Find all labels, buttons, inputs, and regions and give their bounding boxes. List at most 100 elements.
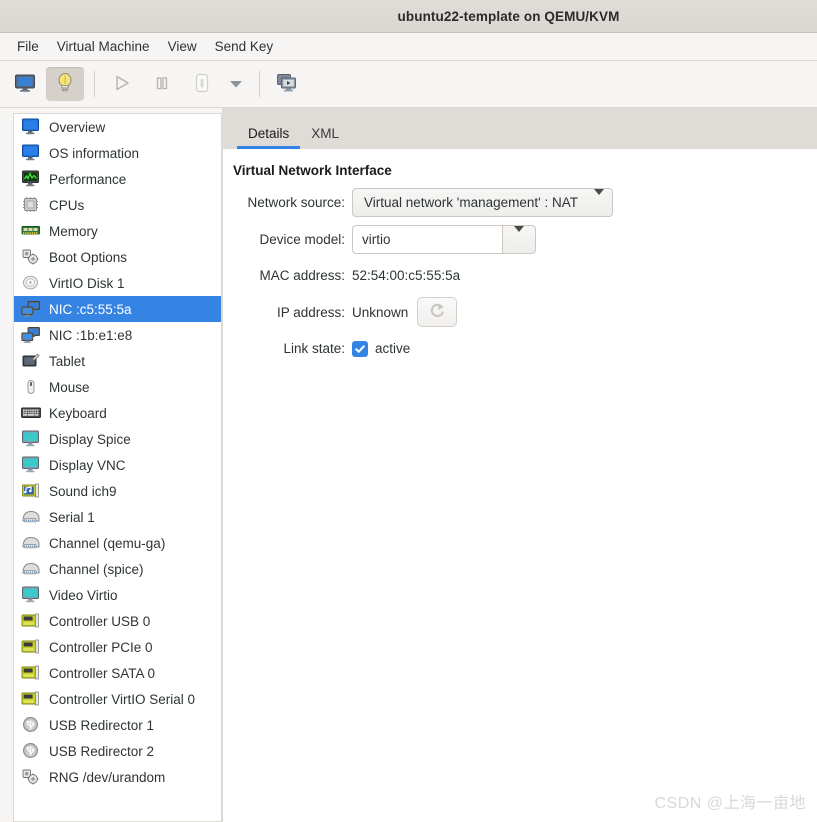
cpu-chip-icon <box>20 195 42 215</box>
network-card-icon <box>20 299 42 319</box>
sidebar-item[interactable]: Memory <box>14 218 221 244</box>
gears-icon <box>20 767 42 787</box>
sidebar-item[interactable]: Video Virtio <box>14 582 221 608</box>
sidebar-item-label: Channel (qemu-ga) <box>49 535 166 551</box>
sidebar-item[interactable]: Sound ich9 <box>14 478 221 504</box>
shutdown-icon <box>192 72 212 97</box>
sidebar-item[interactable]: Controller SATA 0 <box>14 660 221 686</box>
sidebar-item[interactable]: USB Redirector 1 <box>14 712 221 738</box>
sidebar-item[interactable]: Keyboard <box>14 400 221 426</box>
serial-port-icon <box>20 533 42 553</box>
run-button[interactable] <box>103 67 141 101</box>
sidebar-item-label: NIC :1b:e1:e8 <box>49 327 133 343</box>
sidebar-item[interactable]: CPUs <box>14 192 221 218</box>
keyboard-icon <box>20 403 42 423</box>
sidebar-item[interactable]: Tablet <box>14 348 221 374</box>
sidebar-item[interactable]: USB Redirector 2 <box>14 738 221 764</box>
field-mac-address: MAC address: 52:54:00:c5:55:5a <box>223 262 817 289</box>
field-ip-address: IP address: Unknown <box>223 297 817 327</box>
display-screen-icon <box>20 455 42 475</box>
play-icon <box>113 74 131 95</box>
main-content: Overview OS information Performance CPUs Mem… <box>0 108 817 822</box>
tablet-icon <box>20 351 42 371</box>
tab-details[interactable]: Details <box>237 126 301 150</box>
sidebar-item-label: NIC :c5:55:5a <box>49 301 132 317</box>
ip-address-value: Unknown <box>352 304 409 320</box>
shutdown-button[interactable] <box>183 67 221 101</box>
mac-address-label: MAC address: <box>259 268 345 283</box>
sidebar-item[interactable]: VirtIO Disk 1 <box>14 270 221 296</box>
shutdown-menu-button[interactable] <box>223 67 249 101</box>
sidebar-item[interactable]: NIC :c5:55:5a <box>14 296 221 322</box>
sidebar-item[interactable]: Channel (qemu-ga) <box>14 530 221 556</box>
sidebar-item[interactable]: OS information <box>14 140 221 166</box>
tab-xml[interactable]: XML <box>300 126 350 150</box>
menu-send-key[interactable]: Send Key <box>206 36 283 57</box>
usb-icon <box>20 715 42 735</box>
device-model-dropdown-button[interactable] <box>502 225 536 254</box>
harddisk-icon <box>20 273 42 293</box>
sidebar-item-label: Serial 1 <box>49 509 95 525</box>
sidebar-item-label: Display VNC <box>49 457 126 473</box>
menubar: File Virtual Machine View Send Key <box>0 33 817 61</box>
menu-view[interactable]: View <box>159 36 206 57</box>
show-details-button[interactable] <box>46 67 84 101</box>
display-screen-icon <box>20 585 42 605</box>
hardware-list[interactable]: Overview OS information Performance CPUs Mem… <box>13 113 222 822</box>
chevron-down-icon <box>514 226 524 247</box>
sidebar-item[interactable]: Controller PCIe 0 <box>14 634 221 660</box>
sidebar-item-label: Controller PCIe 0 <box>49 639 153 655</box>
monitor-blue-icon <box>20 143 42 163</box>
sidebar-item[interactable]: Overview <box>14 114 221 140</box>
pause-button[interactable] <box>143 67 181 101</box>
mouse-icon <box>20 377 42 397</box>
sidebar-item-label: Boot Options <box>49 249 128 265</box>
serial-port-icon <box>20 559 42 579</box>
sidebar-item-label: Display Spice <box>49 431 131 447</box>
sidebar-item-label: Controller VirtIO Serial 0 <box>49 691 196 707</box>
controller-card-icon <box>20 663 42 683</box>
network-card-icon <box>20 325 42 345</box>
link-state-label: Link state: <box>283 341 345 356</box>
sidebar-item[interactable]: Controller USB 0 <box>14 608 221 634</box>
display-screen-icon <box>20 429 42 449</box>
sidebar-item[interactable]: Serial 1 <box>14 504 221 530</box>
performance-graph-icon <box>20 169 42 189</box>
link-state-value: active <box>375 341 411 356</box>
sidebar-item-label: USB Redirector 1 <box>49 717 155 733</box>
window-title: ubuntu22-template on QEMU/KVM <box>397 8 620 24</box>
toolbar-separator-1 <box>94 71 95 97</box>
sidebar-item[interactable]: Performance <box>14 166 221 192</box>
device-model-label: Device model: <box>259 232 345 247</box>
sidebar-item[interactable]: Boot Options <box>14 244 221 270</box>
sidebar-item[interactable]: Display VNC <box>14 452 221 478</box>
menu-virtual-machine[interactable]: Virtual Machine <box>48 36 159 57</box>
network-source-combobox[interactable]: Virtual network 'management' : NAT <box>352 188 613 217</box>
usb-icon <box>20 741 42 761</box>
field-network-source: Network source: Virtual network 'managem… <box>223 188 817 217</box>
sidebar-item[interactable]: Controller VirtIO Serial 0 <box>14 686 221 712</box>
sidebar-item[interactable]: Display Spice <box>14 426 221 452</box>
sidebar-item[interactable]: RNG /dev/urandom <box>14 764 221 790</box>
device-model-combobox[interactable]: virtio <box>352 225 536 254</box>
chevron-down-icon <box>594 189 604 210</box>
manage-snapshots-button[interactable] <box>268 67 306 101</box>
link-state-checkbox[interactable] <box>352 340 368 357</box>
device-model-input[interactable]: virtio <box>352 225 502 254</box>
sidebar-item-label: Keyboard <box>49 405 107 421</box>
sidebar-item-label: Controller SATA 0 <box>49 665 156 681</box>
ip-refresh-button[interactable] <box>417 297 458 327</box>
sidebar-item[interactable]: NIC :1b:e1:e8 <box>14 322 221 348</box>
sidebar-item[interactable]: Mouse <box>14 374 221 400</box>
show-console-button[interactable] <box>6 67 44 101</box>
network-source-value: Virtual network 'management' : NAT <box>364 195 578 210</box>
menu-file[interactable]: File <box>8 36 48 57</box>
chevron-down-icon <box>228 77 244 92</box>
sidebar-item-label: Mouse <box>49 379 90 395</box>
controller-card-icon <box>20 611 42 631</box>
field-link-state: Link state: active <box>223 335 817 362</box>
snapshots-icon <box>276 73 298 96</box>
sidebar-item[interactable]: Channel (spice) <box>14 556 221 582</box>
refresh-icon <box>428 302 446 323</box>
sidebar-item-label: Tablet <box>49 353 86 369</box>
